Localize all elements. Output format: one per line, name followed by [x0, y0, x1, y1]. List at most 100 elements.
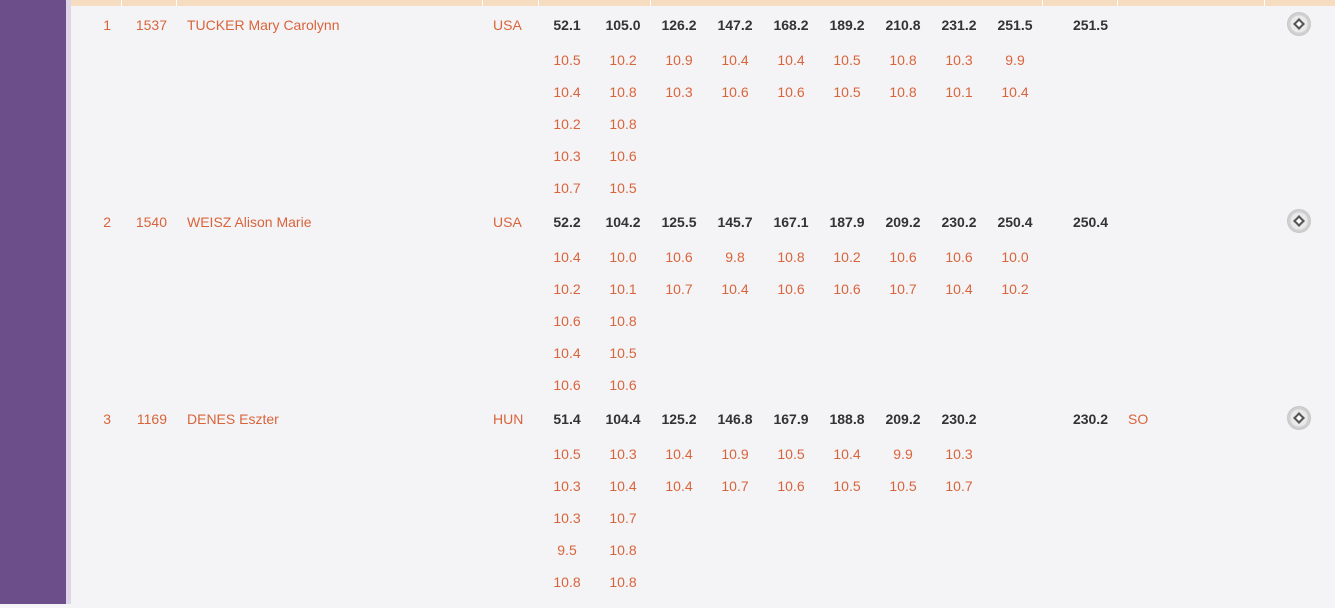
series-score: 209.2: [885, 411, 921, 427]
shot-value: 10.3: [665, 84, 693, 100]
shot-value: 10.8: [609, 84, 637, 100]
series-score: 104.2: [605, 214, 641, 230]
remarks-cell: SO: [1128, 411, 1149, 427]
series-score: 189.2: [829, 17, 865, 33]
shot-value: 10.4: [553, 84, 581, 100]
series-score: 147.2: [717, 17, 753, 33]
shot-value: 10.6: [945, 249, 973, 265]
shot-value: 10.6: [721, 84, 749, 100]
shot-value: 10.0: [1001, 249, 1029, 265]
shot-value: 10.8: [609, 542, 637, 558]
shot-value: 10.2: [553, 281, 581, 297]
shot-value: 10.5: [553, 52, 581, 68]
shot-value: 10.6: [553, 313, 581, 329]
nation-cell: USA: [493, 17, 522, 33]
table-header-strip: [71, 0, 1335, 6]
target-diamond-icon: [1293, 412, 1305, 424]
series-score: 187.9: [829, 214, 865, 230]
series-score: 168.2: [773, 17, 809, 33]
shot-value: 10.6: [777, 478, 805, 494]
bib-cell: 1537: [135, 17, 167, 33]
shot-value: 10.1: [945, 84, 973, 100]
shot-value: 10.8: [553, 574, 581, 590]
shot-value: 10.5: [777, 446, 805, 462]
shot-value: 10.6: [777, 84, 805, 100]
shot-value: 10.0: [609, 249, 637, 265]
total-score: 251.5: [1072, 17, 1108, 33]
shot-value: 10.3: [553, 510, 581, 526]
table-row: 1 1537 TUCKER Mary Carolynn USA 52.1 10.5 10.4…: [0, 12, 1335, 214]
shot-value: 10.9: [665, 52, 693, 68]
shot-value: 10.7: [945, 478, 973, 494]
series-score: 52.1: [553, 17, 581, 33]
shot-value: 10.6: [609, 377, 637, 393]
series-score: 145.7: [717, 214, 753, 230]
target-icon[interactable]: [1287, 12, 1311, 36]
shot-value: 10.4: [1001, 84, 1029, 100]
shot-value: 10.5: [833, 478, 861, 494]
shot-value: 10.8: [777, 249, 805, 265]
shot-value: 10.3: [945, 446, 973, 462]
target-diamond-icon: [1293, 18, 1305, 30]
shot-value: 10.3: [945, 52, 973, 68]
shot-value: 10.2: [553, 116, 581, 132]
athlete-name-link[interactable]: TUCKER Mary Carolynn: [187, 17, 477, 33]
rank-cell: 3: [103, 411, 111, 427]
bib-cell: 1169: [136, 411, 167, 427]
shot-value: 10.5: [609, 180, 637, 196]
shot-value: 10.7: [609, 510, 637, 526]
shot-value: 9.5: [557, 542, 577, 558]
series-score: 105.0: [605, 17, 641, 33]
series-score: 167.9: [773, 411, 809, 427]
athlete-name-link[interactable]: DENES Eszter: [187, 411, 477, 427]
shot-value: 10.5: [833, 52, 861, 68]
shot-value: 10.8: [609, 313, 637, 329]
series-score: 52.2: [553, 214, 581, 230]
shot-value: 9.9: [893, 446, 913, 462]
shot-value: 10.9: [721, 446, 749, 462]
target-icon[interactable]: [1287, 209, 1311, 233]
series-score: 125.5: [661, 214, 697, 230]
shot-value: 10.6: [889, 249, 917, 265]
shot-value: 10.7: [665, 281, 693, 297]
shot-value: 10.4: [665, 478, 693, 494]
shot-value: 10.8: [889, 84, 917, 100]
athlete-name-link[interactable]: WEISZ Alison Marie: [187, 214, 477, 230]
shot-value: 10.3: [609, 446, 637, 462]
shot-value: 10.4: [945, 281, 973, 297]
rank-cell: 1: [103, 17, 111, 33]
shot-value: 10.4: [665, 446, 693, 462]
target-icon[interactable]: [1287, 406, 1311, 430]
shot-value: 10.4: [721, 281, 749, 297]
shot-value: 10.4: [609, 478, 637, 494]
shot-value: 10.5: [609, 345, 637, 361]
shot-value: 10.5: [553, 446, 581, 462]
table-row: 3 1169 DENES Eszter HUN 51.4 10.5 10.3 10.3 9.5 1…: [0, 406, 1335, 608]
series-score: 210.8: [885, 17, 921, 33]
shot-value: 10.7: [553, 180, 581, 196]
series-score: 125.2: [661, 411, 697, 427]
total-score: 250.4: [1072, 214, 1108, 230]
series-score: 126.2: [661, 17, 697, 33]
target-diamond-icon: [1293, 215, 1305, 227]
shot-value: 10.2: [1001, 281, 1029, 297]
shot-value: 10.5: [889, 478, 917, 494]
shot-value: 10.6: [833, 281, 861, 297]
shot-value: 10.6: [665, 249, 693, 265]
nation-cell: USA: [493, 214, 522, 230]
total-score: 230.2: [1072, 411, 1108, 427]
shot-value: 10.3: [553, 148, 581, 164]
shot-value: 10.7: [889, 281, 917, 297]
shot-value: 10.4: [833, 446, 861, 462]
shot-value: 10.4: [777, 52, 805, 68]
shot-value: 10.4: [721, 52, 749, 68]
series-score: 250.4: [997, 214, 1033, 230]
shot-value: 10.5: [833, 84, 861, 100]
series-score: 104.4: [605, 411, 641, 427]
series-score: 167.1: [773, 214, 809, 230]
shot-value: 10.2: [609, 52, 637, 68]
series-score: 209.2: [885, 214, 921, 230]
shot-value: 10.6: [553, 377, 581, 393]
shot-value: 9.8: [725, 249, 745, 265]
shot-value: 10.6: [609, 148, 637, 164]
